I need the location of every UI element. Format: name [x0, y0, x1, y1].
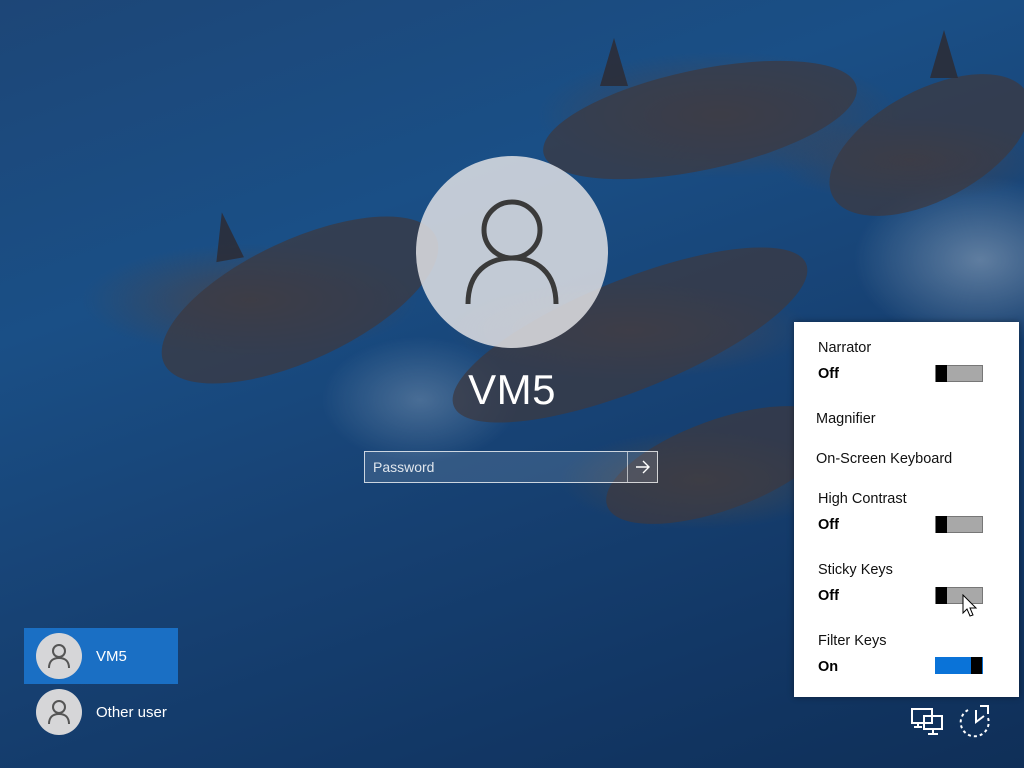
password-input[interactable] [365, 452, 627, 482]
user-item-other-user[interactable]: Other user [24, 684, 178, 740]
user-label: VM5 [96, 647, 127, 665]
narrator-setting: Narrator Off [818, 340, 998, 382]
filter-keys-state: On [818, 659, 839, 675]
background-fin [208, 209, 244, 263]
user-avatar-large [416, 156, 608, 348]
username-title: VM5 [468, 366, 556, 413]
network-icon[interactable] [910, 706, 944, 738]
high-contrast-toggle[interactable] [935, 516, 983, 533]
background-dolphin [533, 37, 867, 203]
background-fin [930, 30, 958, 78]
sticky-keys-title: Sticky Keys [818, 562, 893, 578]
narrator-state: Off [818, 366, 839, 382]
high-contrast-state: Off [818, 517, 839, 533]
sticky-keys-state: Off [818, 588, 839, 604]
person-icon [465, 199, 559, 305]
onscreen-keyboard-link[interactable]: On-Screen Keyboard [816, 451, 952, 467]
mouse-cursor-icon [962, 594, 978, 617]
filter-keys-setting: Filter Keys On [818, 633, 998, 675]
filter-keys-toggle[interactable] [935, 657, 983, 674]
magnifier-link[interactable]: Magnifier [816, 411, 876, 427]
ease-of-access-panel: Narrator Off Magnifier On-Screen Keyboar… [794, 322, 1019, 697]
narrator-toggle[interactable] [935, 365, 983, 382]
sticky-keys-setting: Sticky Keys Off [818, 562, 998, 604]
user-label: Other user [96, 703, 167, 721]
narrator-title: Narrator [818, 340, 872, 356]
filter-keys-title: Filter Keys [818, 633, 887, 649]
person-icon [48, 700, 70, 725]
person-icon [48, 644, 70, 669]
ease-of-access-icon[interactable] [958, 704, 994, 740]
background-fin [600, 38, 628, 86]
submit-button[interactable] [627, 452, 657, 482]
arrow-right-icon [635, 460, 650, 474]
avatar [36, 689, 82, 735]
high-contrast-setting: High Contrast Off [818, 491, 998, 533]
high-contrast-title: High Contrast [818, 491, 907, 507]
user-item-vm5[interactable]: VM5 [24, 628, 178, 684]
avatar [36, 633, 82, 679]
password-box [364, 451, 658, 483]
